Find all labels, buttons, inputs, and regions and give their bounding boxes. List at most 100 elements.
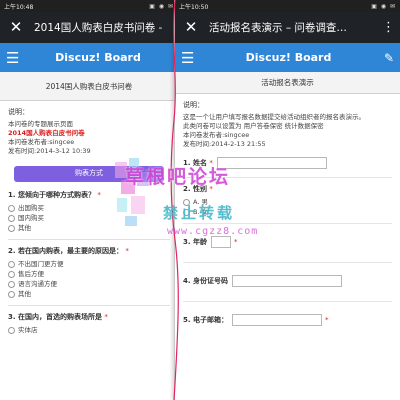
question-text: 3. 在国内，首选的购表场所是 xyxy=(8,313,102,321)
option-row[interactable]: A. 男 xyxy=(183,197,392,207)
option-label: 售后方便 xyxy=(18,270,44,278)
description-heading: 说明： xyxy=(8,108,29,116)
question-text: 2. 若在国内购表，最主要的原因是： xyxy=(8,247,123,255)
field-label: 5. 电子邮箱： xyxy=(183,315,228,325)
option-row[interactable]: 售后方便 xyxy=(8,269,170,279)
right-screenshot: 上午10:50 ▣ ◉ ✉ ✕ 活动报名表演示 – 问卷调查… ⋮ ☰ Disc… xyxy=(174,0,400,400)
question-title: 1. 您倾向于哪种方式购表？ * xyxy=(8,190,170,200)
publish-time: 发布时间:2014-2-13 21:55 xyxy=(183,140,266,148)
required-mark: * xyxy=(125,247,129,255)
option-row[interactable]: 其他 xyxy=(8,223,170,233)
more-options-icon[interactable]: ⋮ xyxy=(382,20,395,35)
field-label-text: 3. 年龄 xyxy=(183,238,207,246)
field-gender: 2. 性别 * A. 男 B. 女 xyxy=(183,184,392,224)
status-bar: 上午10:48 ▣ ◉ ✉ xyxy=(0,0,178,12)
required-mark: * xyxy=(97,191,101,199)
status-icons: ▣ ◉ ✉ xyxy=(371,2,396,10)
radio-button[interactable] xyxy=(183,198,190,206)
hamburger-menu-icon[interactable]: ☰ xyxy=(181,49,199,67)
site-header: ☰ Discuz! Board xyxy=(0,43,178,72)
publisher-text: 本问卷发布者:singcee xyxy=(183,131,250,139)
option-label: 其他 xyxy=(18,290,31,298)
question-text: 1. 您倾向于哪种方式购表？ xyxy=(8,191,95,199)
description-privacy: 此类问卷可以设置为 用户答卷保密 统计数据保密 xyxy=(183,122,324,130)
required-mark: * xyxy=(104,313,108,321)
publish-time: 发布时间:2014-3-12 10:39 xyxy=(8,147,91,155)
id-number-input[interactable] xyxy=(231,275,342,287)
radio-button[interactable] xyxy=(8,270,15,278)
site-brand: Discuz! Board xyxy=(55,51,141,64)
email-input[interactable] xyxy=(231,314,322,326)
field-id-row: 4. 身份证号码 xyxy=(183,275,392,302)
app-title: 2014国人购表白皮书问卷 - xyxy=(34,22,163,34)
radio-button[interactable] xyxy=(8,214,15,222)
field-label-text: 5. 电子邮箱： xyxy=(183,316,228,324)
option-label: 国内购买 xyxy=(18,214,44,222)
status-time: 上午10:50 xyxy=(179,3,209,11)
field-email-row: 5. 电子邮箱： * xyxy=(183,314,392,334)
field-label-text: 2. 性别 xyxy=(183,185,207,193)
question-1: 1. 您倾向于哪种方式购表？ * 出国购买 国内购买 其他 xyxy=(8,190,170,240)
field-label: 1. 姓名 * xyxy=(183,158,213,168)
close-icon[interactable]: ✕ xyxy=(181,12,201,43)
radio-button[interactable] xyxy=(8,290,15,298)
question-3: 3. 在国内，首选的购表场所是 * 实体店 xyxy=(8,312,170,341)
status-bar: 上午10:50 ▣ ◉ ✉ xyxy=(175,0,400,12)
form-title: 活动报名表演示 xyxy=(175,72,400,94)
option-label: 实体店 xyxy=(18,326,38,334)
description-heading: 说明： xyxy=(183,101,204,109)
question-title: 2. 若在国内购表，最主要的原因是： * xyxy=(8,246,170,256)
app-bar: ✕ 活动报名表演示 – 问卷调查… ⋮ xyxy=(175,12,400,43)
form-content: 说明： 这是一个让用户填写报名数据提交给活动组织者的报名表演示。 此类问卷可以设… xyxy=(175,94,400,340)
option-label: A. 男 xyxy=(193,198,208,206)
required-mark: * xyxy=(209,159,213,167)
age-input[interactable] xyxy=(210,236,231,248)
option-row[interactable]: 国内购买 xyxy=(8,213,170,223)
site-header: ☰ Discuz! Board ✎ xyxy=(175,43,400,72)
option-label: 不出国门更方便 xyxy=(18,260,64,268)
field-label: 4. 身份证号码 xyxy=(183,276,228,286)
site-brand: Discuz! Board xyxy=(245,51,332,64)
form-title: 2014国人购表白皮书问卷 xyxy=(0,72,178,101)
edit-icon[interactable]: ✎ xyxy=(378,51,394,65)
option-label: 语言沟通方便 xyxy=(18,280,57,288)
close-icon[interactable]: ✕ xyxy=(6,12,26,43)
publisher-text: 本问卷发布者:singcee xyxy=(8,138,75,146)
app-title: 活动报名表演示 – 问卷调查… xyxy=(209,22,347,34)
field-name-row: 1. 姓名 * xyxy=(183,157,392,178)
option-label: 其他 xyxy=(18,224,31,232)
option-row[interactable]: 出国购买 xyxy=(8,203,170,213)
required-mark: * xyxy=(233,238,238,246)
radio-button[interactable] xyxy=(8,260,15,268)
required-mark: * xyxy=(209,185,213,193)
field-label: 3. 年龄 xyxy=(183,237,207,247)
question-2: 2. 若在国内购表，最主要的原因是： * 不出国门更方便 售后方便 语言沟通方便… xyxy=(8,246,170,306)
radio-button[interactable] xyxy=(183,208,190,216)
status-icons: ▣ ◉ ✉ xyxy=(149,2,174,10)
option-label: 出国购买 xyxy=(18,204,44,212)
field-label-text: 1. 姓名 xyxy=(183,159,207,167)
field-age-row: 3. 年龄 * xyxy=(183,236,392,263)
radio-button[interactable] xyxy=(8,280,15,288)
radio-button[interactable] xyxy=(8,326,15,334)
field-label: 2. 性别 * xyxy=(183,184,392,194)
topic-link[interactable]: 2014国人购表白皮书问卷 xyxy=(8,129,170,138)
name-input[interactable] xyxy=(216,157,327,169)
description-text: 这是一个让用户填写报名数据提交给活动组织者的报名表演示。 xyxy=(183,113,365,121)
form-content: 说明： 本问卷的专题展示页面 2014国人购表白皮书问卷 本问卷发布者:sing… xyxy=(0,101,178,347)
option-row[interactable]: 实体店 xyxy=(8,325,170,335)
radio-button[interactable] xyxy=(8,204,15,212)
option-row[interactable]: 其他 xyxy=(8,289,170,299)
status-time: 上午10:48 xyxy=(4,3,34,11)
hamburger-menu-icon[interactable]: ☰ xyxy=(6,49,24,67)
option-row[interactable]: 不出国门更方便 xyxy=(8,259,170,269)
left-screenshot: 上午10:48 ▣ ◉ ✉ ✕ 2014国人购表白皮书问卷 - ☰ Discuz… xyxy=(0,0,178,400)
purchase-method-button[interactable]: 购表方式 xyxy=(14,166,164,182)
radio-button[interactable] xyxy=(8,224,15,232)
option-row[interactable]: B. 女 xyxy=(183,207,392,217)
app-bar: ✕ 2014国人购表白皮书问卷 - xyxy=(0,12,178,43)
option-label: B. 女 xyxy=(193,208,209,216)
required-mark: * xyxy=(324,316,329,324)
option-row[interactable]: 语言沟通方便 xyxy=(8,279,170,289)
description-text: 本问卷的专题展示页面 xyxy=(8,120,73,128)
